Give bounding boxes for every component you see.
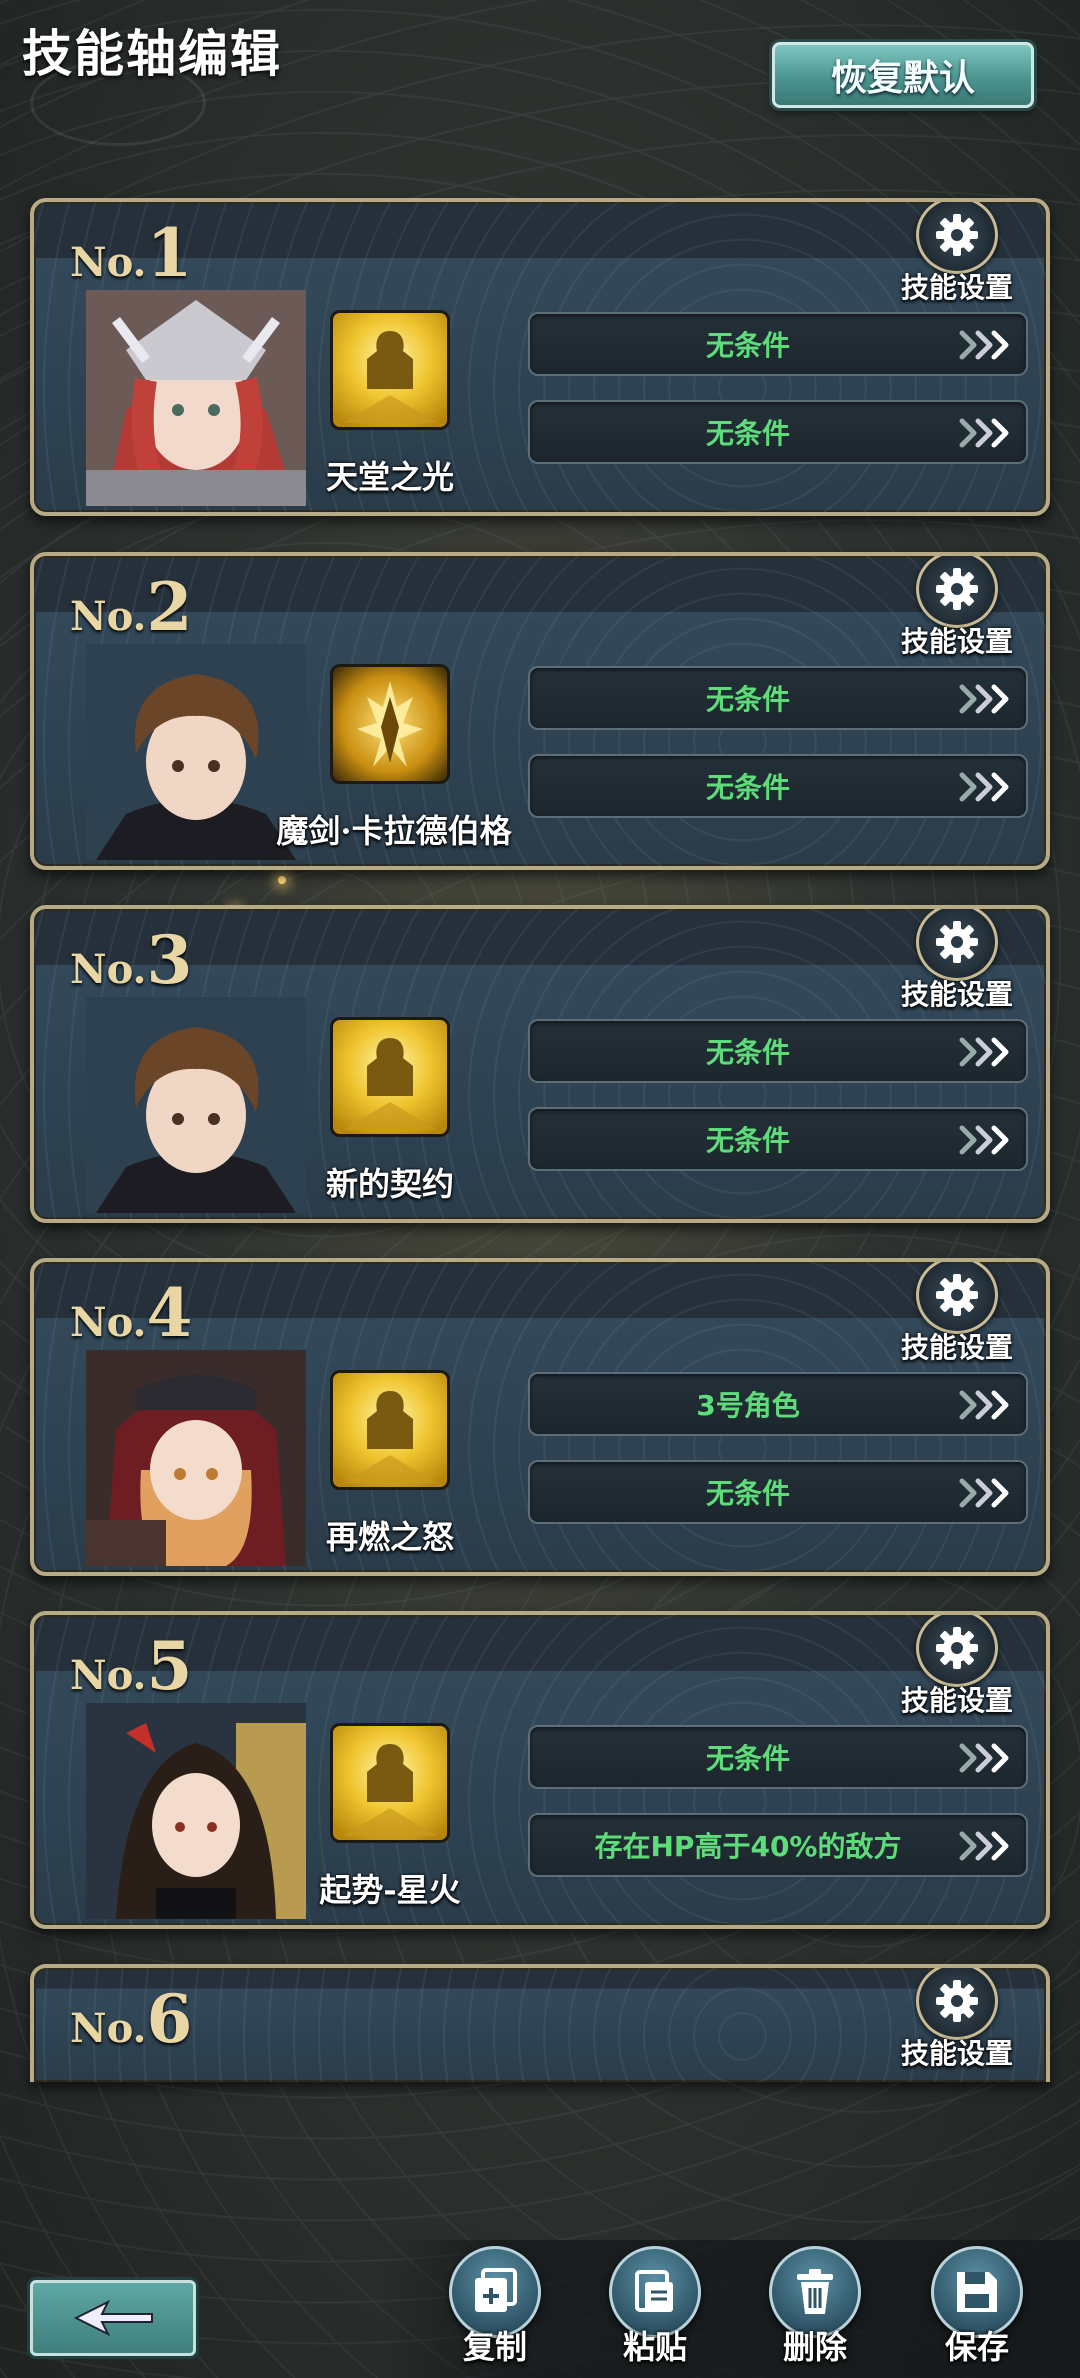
skill-card-3: No.3 技能设置 新的契约 无条件 无条件: [30, 905, 1050, 1223]
skill-card-1: No.1 技能设置 天堂之光 无条件 无条件: [30, 198, 1050, 516]
card-number: No.3: [70, 921, 193, 999]
paste-label: 粘贴: [622, 2328, 687, 2366]
condition-slot-1[interactable]: 3号角色: [528, 1372, 1028, 1436]
copy-button[interactable]: 复制: [440, 2246, 550, 2368]
sparkle-effect: [278, 876, 286, 884]
condition-slot-2[interactable]: 无条件: [528, 1460, 1028, 1524]
triple-chevron-icon: [959, 684, 1009, 714]
condition-text: 无条件: [705, 771, 790, 804]
skill-settings-button[interactable]: 技能设置: [882, 1615, 1032, 1719]
skill-card-4: No.4 技能设置 再燃之怒 3号角色 无条件: [30, 1258, 1050, 1576]
restore-default-button[interactable]: 恢复默认: [772, 42, 1034, 108]
skill-card-2: No.2 技能设置 魔剑·卡拉德伯格 无条件 无条件: [30, 552, 1050, 870]
skill-settings-label: 技能设置: [900, 1331, 1013, 1364]
condition-text: 无条件: [705, 1742, 790, 1775]
triple-chevron-icon: [959, 1037, 1009, 1067]
triple-chevron-icon: [959, 1743, 1009, 1773]
triple-chevron-icon: [959, 772, 1009, 802]
condition-text: 无条件: [705, 1036, 790, 1069]
triple-chevron-icon: [959, 1478, 1009, 1508]
skill-name: 天堂之光: [325, 458, 454, 496]
condition-slot-2[interactable]: 无条件: [528, 400, 1028, 464]
skill-icon[interactable]: [330, 1723, 450, 1843]
save-button[interactable]: 保存: [922, 2246, 1032, 2368]
skill-settings-label: 技能设置: [900, 978, 1013, 1011]
card-number: No.5: [70, 1627, 193, 1705]
condition-slot-2[interactable]: 无条件: [528, 754, 1028, 818]
page-title: 技能轴编辑: [22, 24, 282, 83]
card-number: No.4: [70, 1274, 193, 1352]
skill-settings-button[interactable]: 技能设置: [882, 202, 1032, 306]
condition-text: 存在HP高于40%的敌方: [594, 1830, 902, 1863]
skill-name: 起势-星火: [319, 1871, 461, 1909]
card-number: No.6: [70, 1980, 193, 2058]
skill-icon[interactable]: [330, 1017, 450, 1137]
card-number: No.2: [70, 568, 193, 646]
skill-settings-label: 技能设置: [900, 1684, 1013, 1717]
skill-settings-label: 技能设置: [900, 271, 1013, 304]
back-button[interactable]: [30, 2280, 196, 2356]
skill-settings-label: 技能设置: [900, 625, 1013, 658]
condition-slot-1[interactable]: 无条件: [528, 312, 1028, 376]
skill-card-5: No.5 技能设置 起势-星火 无条件 存在HP高于40%的敌方: [30, 1611, 1050, 1929]
condition-text: 无条件: [705, 683, 790, 716]
triple-chevron-icon: [959, 330, 1009, 360]
triple-chevron-icon: [959, 1390, 1009, 1420]
gear-icon: [916, 556, 998, 628]
gear-icon: [916, 909, 998, 981]
triple-chevron-icon: [959, 1125, 1009, 1155]
skill-icon[interactable]: [330, 310, 450, 430]
skill-settings-label: 技能设置: [900, 2037, 1013, 2070]
condition-text: 无条件: [705, 1124, 790, 1157]
skill-settings-button[interactable]: 技能设置: [882, 1262, 1032, 1366]
gear-icon: [916, 1968, 998, 2040]
save-label: 保存: [944, 2328, 1009, 2366]
delete-button[interactable]: 删除: [760, 2246, 870, 2368]
condition-slot-1[interactable]: 无条件: [528, 1725, 1028, 1789]
gear-icon: [916, 202, 998, 274]
condition-slot-2[interactable]: 存在HP高于40%的敌方: [528, 1813, 1028, 1877]
copy-label: 复制: [462, 2328, 527, 2366]
condition-text: 无条件: [705, 417, 790, 450]
condition-slot-1[interactable]: 无条件: [528, 1019, 1028, 1083]
card-number: No.1: [70, 214, 193, 292]
condition-text: 无条件: [705, 329, 790, 362]
condition-slot-2[interactable]: 无条件: [528, 1107, 1028, 1171]
gear-icon: [916, 1615, 998, 1687]
gear-icon: [916, 1262, 998, 1334]
skill-name: 再燃之怒: [325, 1518, 454, 1556]
condition-text: 无条件: [705, 1477, 790, 1510]
delete-label: 删除: [782, 2328, 847, 2366]
skill-icon[interactable]: [330, 664, 450, 784]
back-arrow-icon: [73, 2299, 153, 2337]
skill-card-6: No.6 技能设置: [30, 1964, 1050, 2082]
paste-button[interactable]: 粘贴: [600, 2246, 710, 2368]
condition-text: 3号角色: [696, 1389, 800, 1422]
skill-settings-button[interactable]: 技能设置: [882, 556, 1032, 660]
skill-settings-button[interactable]: 技能设置: [882, 1968, 1032, 2072]
triple-chevron-icon: [959, 1831, 1009, 1861]
skill-name: 魔剑·卡拉德伯格: [276, 812, 512, 850]
skill-settings-button[interactable]: 技能设置: [882, 909, 1032, 1013]
condition-slot-1[interactable]: 无条件: [528, 666, 1028, 730]
skill-name: 新的契约: [325, 1165, 454, 1203]
triple-chevron-icon: [959, 418, 1009, 448]
skill-icon[interactable]: [330, 1370, 450, 1490]
